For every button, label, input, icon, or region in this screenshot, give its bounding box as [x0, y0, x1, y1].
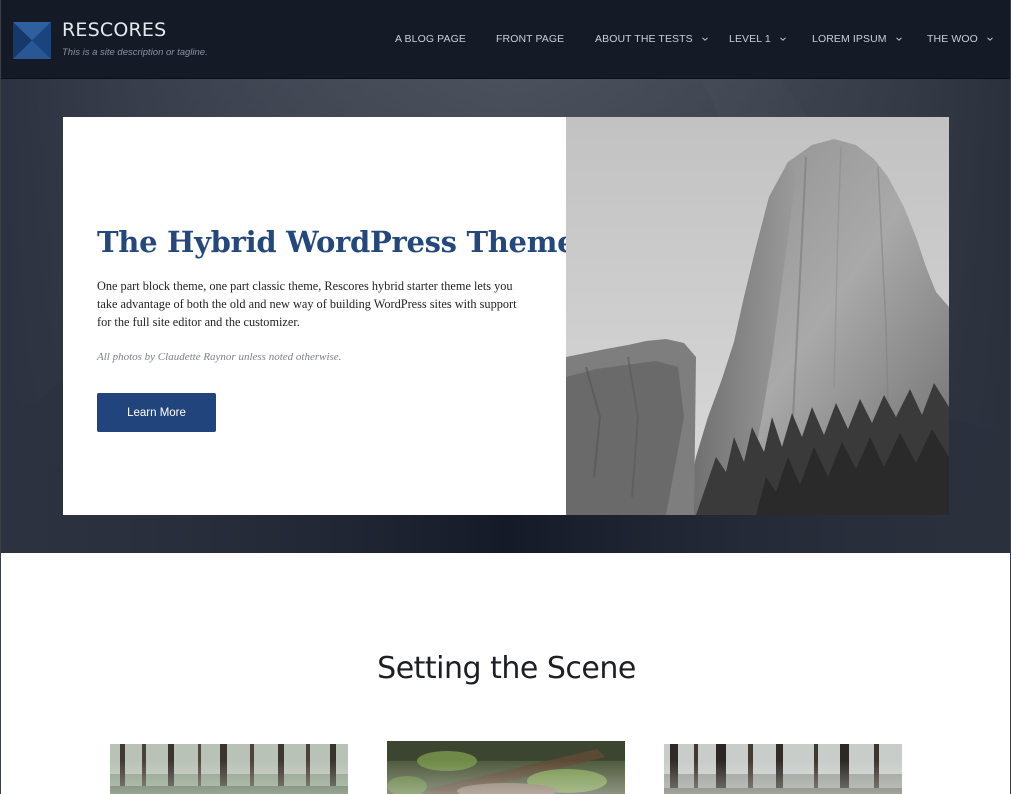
site-header: RESCORES This is a site description or t…	[1, 0, 1010, 79]
nav-item-lorem-ipsum[interactable]: LOREM IPSUM	[812, 33, 903, 45]
nav-item-label: ABOUT THE TESTS	[595, 33, 693, 45]
hero-title: The Hybrid WordPress Theme	[97, 225, 576, 259]
nav-item-level-1[interactable]: LEVEL 1	[729, 33, 787, 45]
nav-item-the-woo[interactable]: THE WOO	[927, 33, 994, 45]
nav-item-label: THE WOO	[927, 33, 978, 45]
nav-item-label: LOREM IPSUM	[812, 33, 887, 45]
gallery-thumbnail-forest-2[interactable]	[387, 741, 625, 794]
photo-credit: All photos by Claudette Raynor unless no…	[97, 351, 342, 363]
nav-item-label: FRONT PAGE	[496, 33, 565, 45]
hero-section: The Hybrid WordPress Theme One part bloc…	[1, 79, 1010, 553]
nav-item-label: LEVEL 1	[729, 33, 771, 45]
nav-item-about-the-tests[interactable]: ABOUT THE TESTS	[595, 33, 709, 45]
nav-item-front-page[interactable]: FRONT PAGE	[496, 33, 564, 45]
nav-item-blog-page[interactable]: A BLOG PAGE	[395, 33, 466, 45]
section-title: Setting the Scene	[377, 651, 636, 686]
gallery-thumbnail-forest-3[interactable]	[664, 744, 902, 794]
chevron-down-icon	[779, 37, 786, 41]
nav-item-label: A BLOG PAGE	[395, 33, 466, 45]
chevron-down-icon	[895, 37, 902, 41]
chevron-down-icon	[701, 37, 708, 41]
site-tagline: This is a site description or tagline.	[62, 47, 208, 58]
primary-nav: A BLOG PAGE FRONT PAGE ABOUT THE TESTS L…	[1, 33, 1010, 47]
page-frame: RESCORES This is a site description or t…	[0, 0, 1011, 794]
hero-description: One part block theme, one part classic t…	[97, 279, 517, 329]
gallery-thumbnail-forest-1[interactable]	[110, 744, 348, 794]
learn-more-button[interactable]: Learn More	[97, 393, 216, 432]
hero-card: The Hybrid WordPress Theme One part bloc…	[63, 117, 576, 515]
chevron-down-icon	[987, 37, 993, 41]
hero-mountain-image	[566, 117, 949, 515]
